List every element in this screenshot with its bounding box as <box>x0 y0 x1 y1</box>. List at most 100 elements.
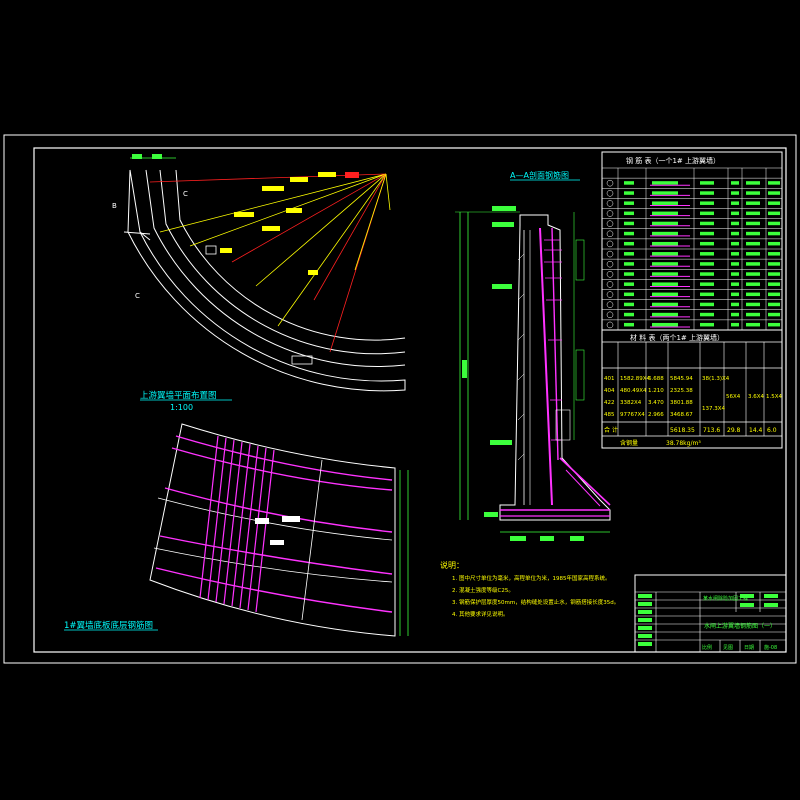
rebar-cell <box>746 262 760 266</box>
material-cell: 97767X4 <box>620 412 645 418</box>
rebar-mark-circle <box>606 220 614 227</box>
material-mid-3: 56X4 <box>726 394 741 400</box>
floor-slab-view: 1#翼墙底板底层钢筋图 <box>64 423 409 637</box>
rebar-cell <box>652 322 678 327</box>
rebar-cell <box>731 241 739 246</box>
rebar-cell <box>624 221 634 226</box>
rebar-mark-circle <box>606 210 614 217</box>
title-block: 某水闸除险加固工程 水闸上游翼墙钢筋图（一） 比例 见图 日期 施-08 <box>634 574 787 653</box>
material-cell: 1.210 <box>648 388 664 394</box>
material-mid-4: 3.6X4 <box>748 394 765 400</box>
rebar-cell <box>746 322 760 327</box>
material-cell: 5845.94 <box>670 376 693 382</box>
material-cell: 2325.38 <box>670 388 693 394</box>
rebar-table: 钢 筋 表（一个1# 上游翼墙） <box>601 151 783 331</box>
rebar-cell <box>746 201 760 205</box>
rebar-mark-circle <box>606 260 614 268</box>
rebar-mark-circle <box>606 179 614 187</box>
rebar-mark-circle <box>606 321 614 329</box>
material-cell: 485 <box>604 412 615 418</box>
rebar-cell <box>700 302 714 307</box>
rebar-cell <box>624 292 634 297</box>
steel-ratio-label: 含钢量 <box>620 439 638 447</box>
floor-title: 1#翼墙底板底层钢筋图 <box>64 620 153 631</box>
notes: 说明： 1. 图中尺寸单位为毫米，高程单位为米，1985年国家高程系统。 2. … <box>440 560 619 618</box>
rebar-cell <box>700 231 714 236</box>
rebar-cell <box>624 191 634 195</box>
rebar-cell <box>624 252 634 256</box>
rebar-table-title: 钢 筋 表（一个1# 上游翼墙） <box>626 156 720 165</box>
rebar-cell <box>746 252 760 256</box>
rebar-cell <box>768 322 780 327</box>
section-mark-c2: C <box>135 292 140 300</box>
rebar-cell <box>768 221 780 226</box>
material-total-5: 6.0 <box>767 427 777 434</box>
material-mid-2: 137.3X4 <box>702 406 726 412</box>
material-total-1: 5618.35 <box>670 427 695 434</box>
rebar-cell <box>768 302 780 307</box>
rebar-cell <box>746 231 760 236</box>
rebar-mark-circle <box>606 311 614 319</box>
rebar-cell <box>652 262 678 266</box>
rebar-mark-circle <box>606 230 614 238</box>
rebar-cell <box>652 181 678 185</box>
rebar-cell <box>731 292 739 297</box>
material-cell: 401 <box>604 376 615 382</box>
rebar-cell <box>700 272 714 276</box>
rebar-cell <box>746 191 760 195</box>
rebar-mark-circle <box>606 190 614 197</box>
rebar-cell <box>768 262 780 266</box>
steel-ratio-value: 38.78kg/m³ <box>666 440 701 447</box>
cad-drawing-sheet: B C C 上游翼墙平面布置图 1:100 1#翼墙底板底层钢筋图 A—A剖面钢… <box>3 134 797 664</box>
rebar-cell <box>652 282 678 286</box>
rebar-cell <box>768 252 780 256</box>
rebar-cell <box>700 312 714 317</box>
date-label: 日期 <box>744 645 754 651</box>
rebar-cell <box>731 181 739 185</box>
rebar-cell <box>731 221 739 226</box>
material-cell: 3.470 <box>648 400 664 406</box>
rebar-mark-circle <box>606 240 614 248</box>
rebar-cell <box>652 201 678 205</box>
material-total-label: 合 计 <box>604 426 618 434</box>
rebar-cell <box>624 231 634 236</box>
rebar-cell <box>700 191 714 195</box>
rebar-cell <box>731 252 739 256</box>
material-cell: 6.688 <box>648 376 664 382</box>
rebar-cell <box>652 272 678 276</box>
rebar-cell <box>624 241 634 246</box>
rebar-cell <box>624 211 634 216</box>
rebar-cell <box>746 241 760 246</box>
rebar-cell <box>652 312 678 317</box>
rebar-cell <box>768 282 780 286</box>
rebar-mark-circle <box>606 301 614 308</box>
rebar-cell <box>624 272 634 276</box>
rebar-cell <box>700 322 714 327</box>
rebar-cell <box>700 241 714 246</box>
scale-label: 比例 <box>702 644 712 651</box>
rebar-cell <box>731 302 739 307</box>
material-cell: 422 <box>604 400 615 406</box>
material-cell: 404 <box>604 388 615 394</box>
note-1: 1. 图中尺寸单位为毫米，高程单位为米，1985年国家高程系统。 <box>452 574 611 582</box>
rebar-mark-circle <box>606 271 614 278</box>
rebar-cell <box>731 312 739 317</box>
rebar-cell <box>768 241 780 246</box>
rebar-cell <box>746 272 760 276</box>
project-name: 某水闸除险加固工程 <box>703 595 748 602</box>
rebar-cell <box>624 302 634 307</box>
section-aa-view: A—A剖面钢筋图 <box>455 170 611 541</box>
rebar-cell <box>624 201 634 205</box>
material-cell: 3382X4 <box>620 400 642 406</box>
section-title: A—A剖面钢筋图 <box>510 170 569 180</box>
rebar-cell <box>652 252 678 256</box>
material-cell: 3801.88 <box>670 400 693 406</box>
rebar-cell <box>746 282 760 286</box>
rebar-cell <box>700 221 714 226</box>
material-cell: 480.49X4 <box>620 388 647 394</box>
rebar-cell <box>700 201 714 205</box>
plan-title: 上游翼墙平面布置图 <box>140 390 217 401</box>
rebar-cell <box>731 272 739 276</box>
rebar-cell <box>700 292 714 297</box>
rebar-mark-circle <box>606 291 614 298</box>
